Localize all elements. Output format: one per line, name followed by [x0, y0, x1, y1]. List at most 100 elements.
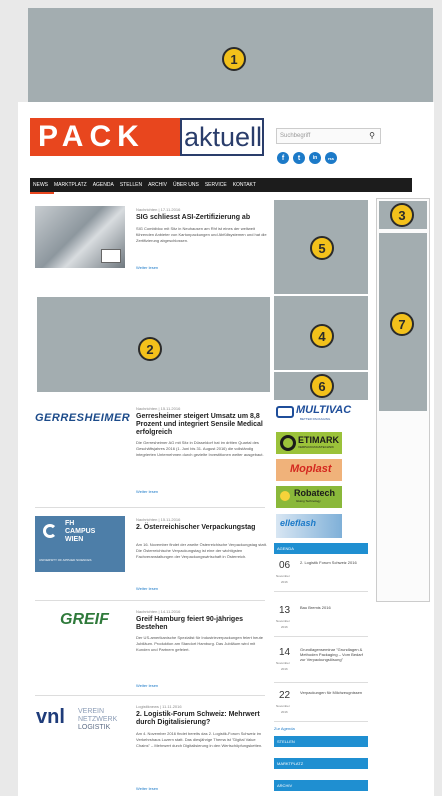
agenda-item[interactable]: 14 November 2016 Grundlagenseminar "Grun…: [274, 643, 368, 683]
agenda-title: 2. Logistik Forum Schweiz 2016: [300, 560, 357, 565]
slot-marker-6: 6: [310, 374, 334, 398]
agenda-item[interactable]: 06 November 2016 2. Logistik Forum Schwe…: [274, 556, 368, 592]
agenda-day: 06: [279, 560, 291, 571]
logo-pack[interactable]: PACK: [30, 118, 180, 156]
sponsor-elleflash[interactable]: elleflash: [276, 514, 342, 538]
slot-marker-2: 2: [138, 337, 162, 361]
agenda-title: Verpackungen für Milchzeugnissen: [300, 690, 363, 695]
article-meta: Nachrichten | 15.11.2016: [136, 406, 181, 411]
agenda-link[interactable]: Zur Agenda: [274, 726, 295, 731]
article-title[interactable]: Gerresheimer steigert Umsatz um 8,8 Proz…: [136, 413, 270, 437]
agenda-day: 22: [279, 690, 291, 701]
sponsor-etimark[interactable]: ETIMARK VERPACKUNGSTECHNIK: [276, 432, 342, 454]
robatech-dot-icon: [280, 491, 290, 501]
article-excerpt: Der US-amerikanische Spezialist für Indu…: [136, 635, 263, 652]
article-meta: Nachrichten | 17.11.2016: [136, 207, 181, 212]
fh-campus-logo[interactable]: FH CAMPUS WIEN UNIVERSITY OF APPLIED SCI…: [35, 516, 125, 572]
etimark-tagline: VERPACKUNGSTECHNIK: [298, 445, 334, 449]
agenda-item[interactable]: 13 November 2016 Bau Bremis 2016: [274, 601, 368, 637]
agenda-item[interactable]: 22 November 2016 Verpackungen für Milchz…: [274, 686, 368, 722]
agenda-title: Bau Bremis 2016: [300, 605, 331, 610]
article-excerpt: Die Gerresheimer AG mit Sitz in Düsseldo…: [136, 440, 264, 457]
read-more-link[interactable]: Weiter lesen: [136, 265, 158, 270]
agenda-day: 14: [279, 647, 291, 658]
article-gerresheimer: GERRESHEIMER Nachrichten | 15.11.2016 Ge…: [30, 400, 270, 510]
fh-logo-text: FH: [65, 520, 75, 527]
sponsor-robatech[interactable]: Robatech Gluing Technology: [276, 486, 342, 508]
robatech-logo-text: Robatech: [294, 488, 336, 498]
elleflash-logo-text: elleflash: [280, 518, 317, 528]
nav-item-marktplatz[interactable]: MARKTPLATZ: [51, 182, 90, 188]
sig-logo-icon: [101, 249, 121, 263]
gerresheimer-logo[interactable]: GERRESHEIMER: [35, 412, 130, 424]
article-verpackungstag: FH CAMPUS WIEN UNIVERSITY OF APPLIED SCI…: [30, 510, 270, 600]
agenda-year: 2016: [281, 625, 288, 629]
slot-marker-3: 3: [390, 203, 414, 227]
nav-item-archiv[interactable]: ARCHIV: [145, 182, 170, 188]
archiv-header[interactable]: ARCHIV: [274, 780, 368, 791]
linkedin-icon[interactable]: in: [309, 152, 321, 164]
slot-marker-7: 7: [390, 312, 414, 336]
article-excerpt: Am 4. November 2016 findet bereits das 2…: [136, 731, 263, 748]
agenda-year: 2016: [281, 667, 288, 671]
fh-campus-emblem-icon: [43, 524, 57, 538]
agenda-year: 2016: [281, 580, 288, 584]
article-meta: Nachrichten | 14.11.2016: [136, 609, 181, 614]
article-excerpt: Am 16. November findet der zweite Österr…: [136, 542, 267, 559]
agenda-month: November: [276, 619, 290, 623]
article-title[interactable]: SIG schliesst ASI-Zertifizierung ab: [136, 214, 270, 222]
read-more-link[interactable]: Weiter lesen: [136, 786, 158, 791]
moplast-logo-text: Moplast: [290, 463, 332, 475]
article-greif: GREIF Nachrichten | 14.11.2016 Greif Ham…: [30, 603, 270, 693]
nav-item-kontakt[interactable]: KONTAKT: [230, 182, 259, 188]
read-more-link[interactable]: Weiter lesen: [136, 683, 158, 688]
article-meta: Logistiknews | 11.11.2016: [136, 704, 182, 709]
etimark-logo-text: ETIMARK: [298, 435, 339, 445]
article-thumbnail[interactable]: [35, 206, 125, 268]
article-excerpt: SIG Combibloc mit Sitz in Neuhausen am R…: [136, 226, 267, 243]
nav-item-service[interactable]: SERVICE: [202, 182, 230, 188]
marktplatz-header[interactable]: MARKTPLATZ: [274, 758, 368, 769]
article-title[interactable]: 2. Österreichischer Verpackungstag: [136, 524, 270, 532]
facebook-icon[interactable]: f: [277, 152, 289, 164]
vnl-logo-line3: LOGISTIK: [78, 724, 111, 731]
nav-item-stellen[interactable]: STELLEN: [117, 182, 145, 188]
twitter-icon[interactable]: t: [293, 152, 305, 164]
vnl-logo[interactable]: vnl: [36, 706, 65, 729]
article-title[interactable]: 2. Logistik-Forum Schweiz: Mehrwert durc…: [136, 711, 270, 727]
read-more-link[interactable]: Weiter lesen: [136, 489, 158, 494]
slot-marker-1: 1: [222, 47, 246, 71]
article-logistik-forum: vnl VEREIN NETZWERK LOGISTIK Logistiknew…: [30, 698, 270, 796]
slot-marker-5: 5: [310, 236, 334, 260]
agenda-month: November: [276, 704, 290, 708]
rss-icon[interactable]: rss: [325, 152, 337, 164]
article-sig: Nachrichten | 17.11.2016 SIG schliesst A…: [30, 200, 270, 280]
robatech-tagline: Gluing Technology: [296, 499, 321, 503]
read-more-link[interactable]: Weiter lesen: [136, 586, 158, 591]
agenda-year: 2016: [281, 710, 288, 714]
magnifier-icon[interactable]: ⚲: [365, 129, 379, 143]
vnl-logo-line1: VEREIN: [78, 708, 105, 715]
main-nav: NEWS MARKTPLATZ AGENDA STELLEN ARCHIV ÜB…: [30, 178, 412, 192]
article-divider: [35, 695, 265, 696]
article-divider: [35, 600, 265, 601]
vnl-logo-line2: NETZWERK: [78, 716, 118, 723]
nav-item-ueber-uns[interactable]: ÜBER UNS: [170, 182, 202, 188]
article-title[interactable]: Greif Hamburg feiert 90-jähriges Bestehe…: [136, 616, 270, 632]
sponsor-multivac[interactable]: MULTIVAC BETTER PACKAGING: [276, 404, 351, 426]
fh-logo-subtitle: UNIVERSITY OF APPLIED SCIENCES: [39, 558, 92, 562]
agenda-title: Grundlagenseminar "Grundlagen & Methoden…: [300, 647, 363, 662]
agenda-day: 13: [279, 605, 291, 616]
stellen-header[interactable]: STELLEN: [274, 736, 368, 747]
agenda-month: November: [276, 574, 290, 578]
nav-item-agenda[interactable]: AGENDA: [90, 182, 117, 188]
sponsor-moplast[interactable]: Moplast: [276, 459, 342, 481]
campus-logo-text: CAMPUS: [65, 528, 96, 535]
agenda-month: November: [276, 661, 290, 665]
nav-item-news[interactable]: NEWS: [30, 182, 51, 188]
nav-active-indicator: [30, 192, 54, 194]
logo-aktuell[interactable]: aktuell: [180, 118, 264, 156]
wien-logo-text: WIEN: [65, 536, 84, 543]
agenda-header[interactable]: AGENDA: [274, 543, 368, 554]
etimark-ring-icon: [280, 435, 296, 451]
